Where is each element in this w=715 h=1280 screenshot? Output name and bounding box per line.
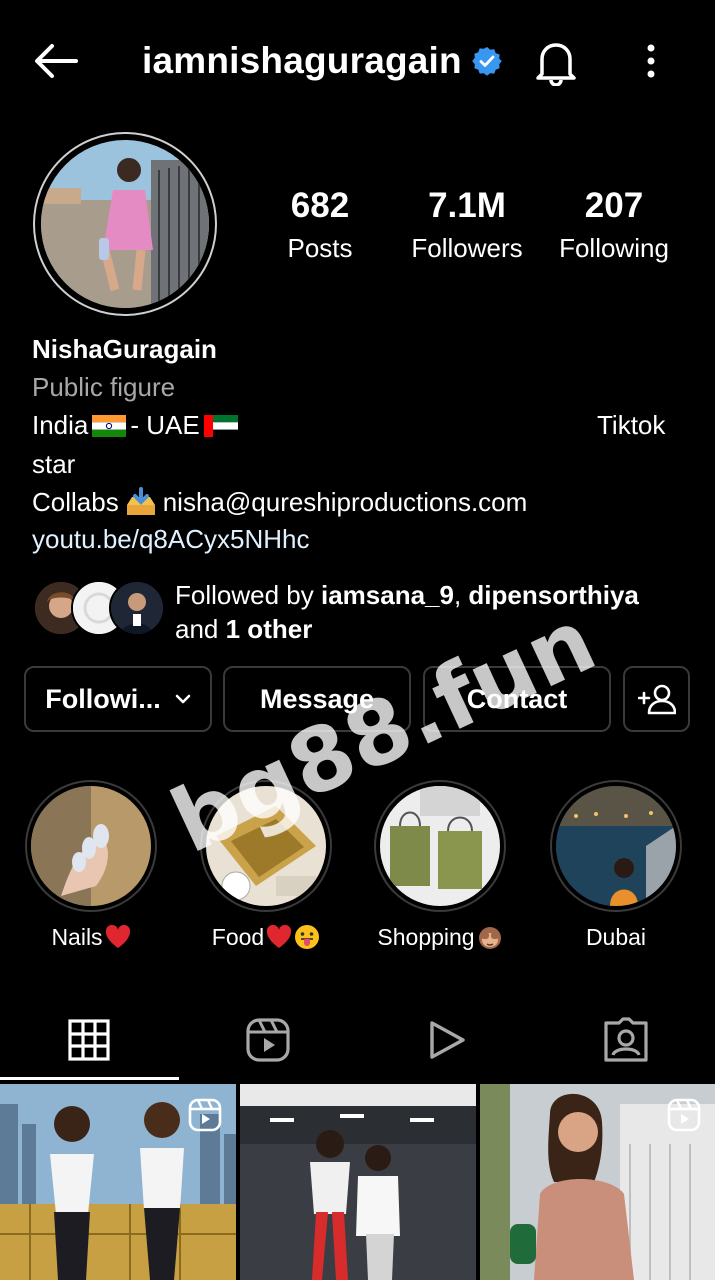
red-heart-icon <box>267 924 292 948</box>
highlight-ring <box>200 780 332 912</box>
bio-text: India <box>32 410 89 440</box>
grid-icon <box>68 1019 110 1061</box>
bio-text: Collabs <box>32 487 119 517</box>
suggested-users-button[interactable] <box>623 666 690 732</box>
mutual-follower-link[interactable]: dipensorthiya <box>468 580 638 610</box>
bell-icon <box>536 43 576 86</box>
verified-badge-icon <box>472 47 502 76</box>
highlight-nails[interactable]: Nails <box>23 780 159 951</box>
bio-website-link[interactable]: youtu.be/q8ACyx5NHhc <box>32 524 309 555</box>
highlight-food[interactable]: Food <box>198 780 334 951</box>
highlight-label: Nails <box>23 924 159 951</box>
followers-stat[interactable]: 7.1M Followers <box>398 186 536 270</box>
profile-username-header: iamnishaguragain <box>142 38 502 84</box>
followed-by-and: and <box>175 614 219 644</box>
back-button[interactable] <box>28 36 84 86</box>
contact-button-label: Contact <box>466 683 568 714</box>
post-thumbnail[interactable] <box>480 1084 715 1280</box>
message-button-label: Message <box>259 683 375 714</box>
followers-count: 7.1M <box>428 186 506 225</box>
highlight-shopping[interactable]: Shopping <box>372 780 508 951</box>
highlight-label: Shopping <box>372 924 508 951</box>
contact-button[interactable]: Contact <box>423 666 611 732</box>
chevron-down-icon <box>175 694 191 704</box>
followed-by-text[interactable]: Followed by iamsana_9, dipensorthiya and… <box>175 578 695 646</box>
tab-posts-grid[interactable] <box>0 1000 178 1080</box>
bio-line-2: star <box>32 449 76 479</box>
highlight-ring <box>374 780 506 912</box>
profile-avatar[interactable] <box>33 132 217 316</box>
more-vertical-icon <box>647 44 655 78</box>
highlight-ring <box>550 780 682 912</box>
back-arrow-icon <box>35 44 78 78</box>
highlight-dubai[interactable]: Dubai <box>548 780 684 951</box>
posts-label: Posts <box>287 233 353 263</box>
post-thumbnail[interactable] <box>0 1084 236 1280</box>
following-button[interactable]: Followi... <box>24 666 212 732</box>
reels-icon <box>246 1018 290 1062</box>
other-followers-link[interactable]: 1 other <box>226 614 313 644</box>
separator: , <box>453 580 462 610</box>
red-heart-icon <box>105 924 130 948</box>
following-stat[interactable]: 207 Following <box>548 186 680 270</box>
avatar <box>109 580 165 636</box>
reel-badge-icon <box>188 1098 222 1132</box>
highlight-ring <box>25 780 157 912</box>
profile-category: Public figure <box>32 372 176 402</box>
bio-tiktok: Tiktok <box>597 410 666 440</box>
highlight-label: Food <box>198 924 334 951</box>
tab-reels[interactable] <box>179 1000 357 1080</box>
tongue-face-icon <box>295 925 320 949</box>
add-person-icon <box>637 684 676 715</box>
message-button[interactable]: Message <box>223 666 411 732</box>
inbox-tray-icon <box>126 487 155 515</box>
highlight-cover <box>206 786 326 906</box>
bio-line-1: India - UAE <box>32 410 242 441</box>
bio-line-3: Collabs nisha@qureshiproductions.com <box>32 487 527 518</box>
mutual-follower-link[interactable]: iamsana_9 <box>321 580 454 610</box>
bio-email[interactable]: nisha@qureshiproductions.com <box>163 487 528 517</box>
highlight-cover <box>31 786 151 906</box>
uae-flag-icon <box>203 415 238 437</box>
posts-count: 682 <box>290 186 350 225</box>
active-tab-indicator <box>0 1077 179 1080</box>
posts-stat[interactable]: 682 Posts <box>270 186 370 270</box>
profile-photo <box>41 140 209 308</box>
profile-display-name: NishaGuragain <box>32 334 217 364</box>
tab-videos[interactable] <box>358 1000 536 1080</box>
post-thumbnail[interactable] <box>240 1084 476 1280</box>
username: iamnishaguragain <box>142 40 462 81</box>
following-count: 207 <box>584 186 644 225</box>
highlight-cover <box>380 786 500 906</box>
tagged-icon <box>604 1017 648 1062</box>
followers-label: Followers <box>411 233 523 263</box>
following-button-label: Followi... <box>45 683 161 714</box>
bio-text: - UAE <box>130 410 200 440</box>
highlight-cover <box>556 786 676 906</box>
followed-by-prefix: Followed by <box>175 580 314 610</box>
see-no-evil-monkey-icon <box>478 927 501 949</box>
play-icon <box>430 1021 465 1059</box>
reel-badge-icon <box>667 1098 701 1132</box>
mutual-followers-avatars[interactable] <box>33 580 165 636</box>
notifications-button[interactable] <box>530 36 582 88</box>
india-flag-icon <box>92 415 127 437</box>
tab-tagged[interactable] <box>537 1000 715 1080</box>
highlight-label: Dubai <box>585 924 647 950</box>
more-options-button[interactable] <box>630 38 672 84</box>
following-label: Following <box>559 233 669 263</box>
